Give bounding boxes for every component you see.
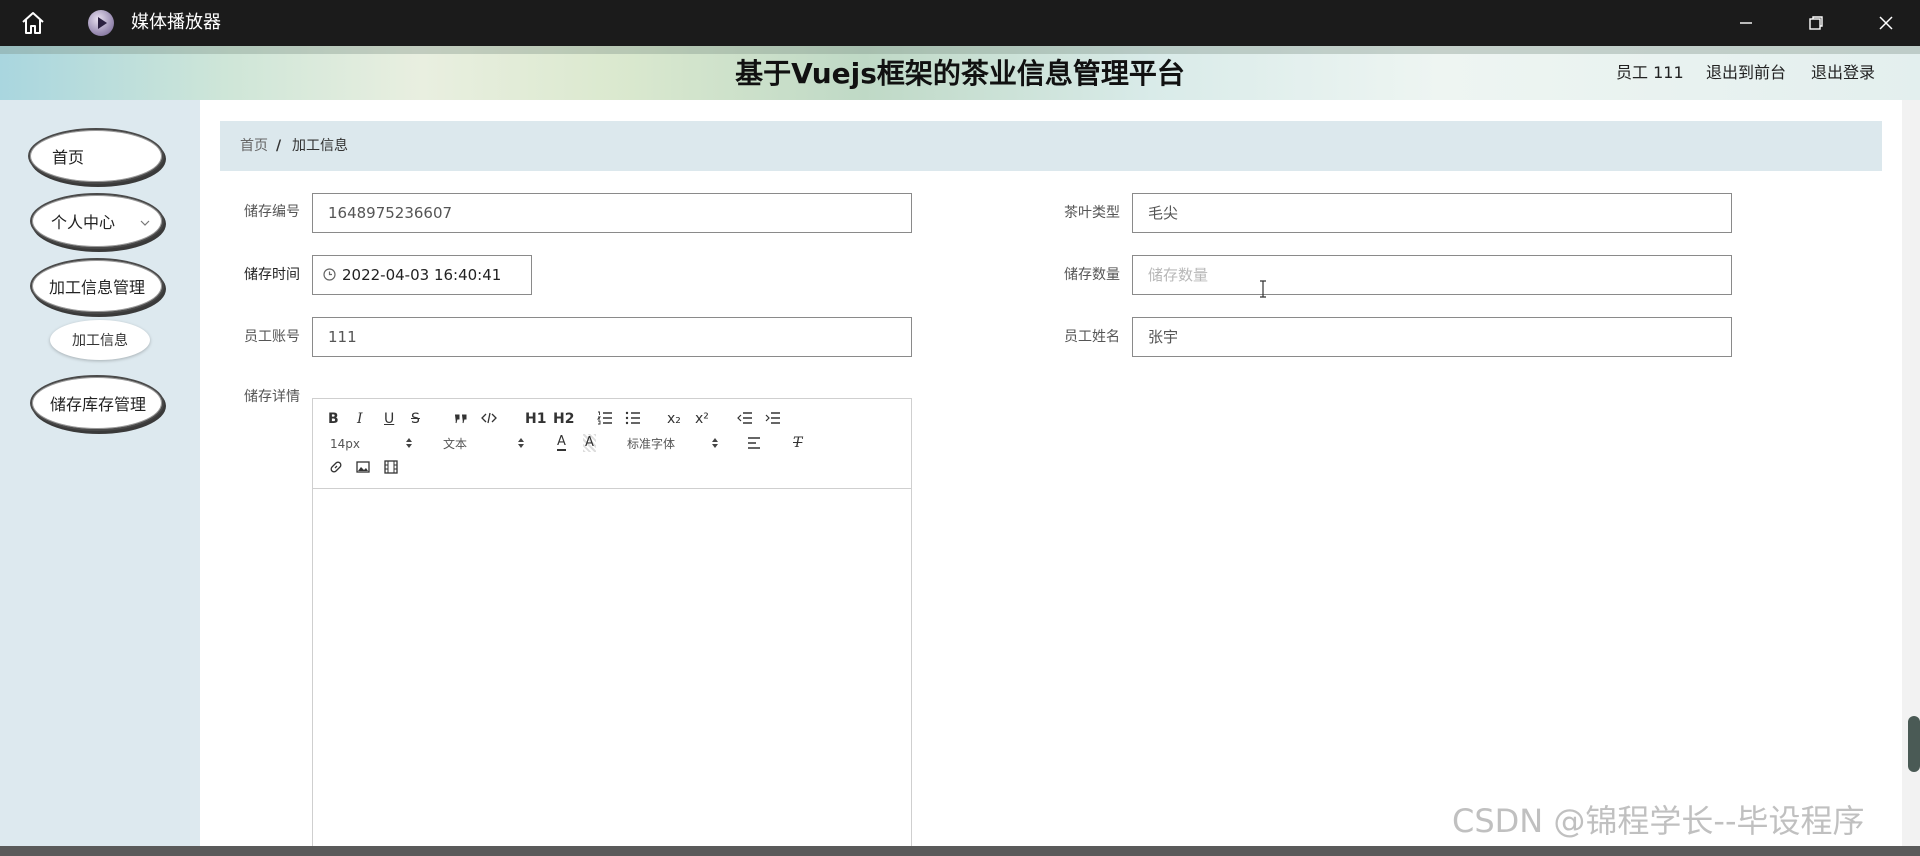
storage-time-value: 2022-04-03 16:40:41 [342, 266, 502, 284]
insert-video-button[interactable] [384, 460, 398, 478]
breadcrumb: 首页 / 加工信息 [220, 121, 1882, 171]
staff-account-label: 员工账号 [244, 329, 300, 345]
select-arrows-icon [712, 438, 718, 448]
insert-link-button[interactable] [329, 460, 343, 478]
bullet-list-button[interactable] [625, 411, 641, 429]
staff-name-label: 员工姓名 [1064, 329, 1120, 345]
quote-icon [455, 414, 467, 424]
bold-button[interactable]: B [328, 410, 339, 428]
restore-icon [1809, 16, 1823, 30]
select-arrows-icon [518, 438, 524, 448]
storage-qty-label: 储存数量 [1064, 267, 1120, 283]
logout-link[interactable]: 退出登录 [1811, 62, 1875, 84]
storage-time-label: 储存时间 [244, 267, 300, 283]
site-header: 基于Vuejs框架的茶业信息管理平台 员工 111 退出到前台 退出登录 [0, 46, 1920, 100]
editor-toolbar: B I U S H1 H2 x₂ x² 14px 文本 A A 标准字体 T [313, 399, 911, 489]
editor-body[interactable] [313, 490, 911, 856]
code-icon [481, 412, 497, 424]
tea-type-label: 茶叶类型 [1064, 205, 1120, 221]
breadcrumb-current: 加工信息 [292, 138, 348, 154]
video-icon [384, 460, 398, 474]
minimize-button[interactable] [1718, 0, 1774, 46]
side-panel-handle[interactable] [1908, 716, 1920, 772]
indent-icon [765, 412, 780, 424]
sidebar-item-processing-management[interactable]: 加工信息管理 [30, 258, 164, 314]
tea-type-input[interactable]: 毛尖 [1132, 193, 1732, 233]
rich-text-editor: B I U S H1 H2 x₂ x² 14px 文本 A A 标准字体 T [312, 398, 912, 856]
window-title: 媒体播放器 [131, 12, 221, 33]
strike-button[interactable]: S [411, 410, 420, 428]
align-button[interactable] [747, 436, 761, 454]
align-left-icon [748, 437, 760, 449]
staff-account-input[interactable]: 111 [312, 317, 912, 357]
font-family-select[interactable]: 标准字体 [627, 435, 675, 453]
text-format-select[interactable]: 文本 [443, 435, 467, 453]
close-icon [1879, 16, 1893, 30]
sidebar-item-storage-management[interactable]: 储存库存管理 [30, 375, 164, 431]
staff-name-input[interactable]: 张宇 [1132, 317, 1732, 357]
background-color-button[interactable]: A [583, 434, 596, 452]
text-color-button[interactable]: A [557, 434, 566, 451]
close-window-button[interactable] [1858, 0, 1914, 46]
sidebar-item-label: 个人中心 [51, 213, 116, 232]
sidebar-item-label: 储存库存管理 [50, 395, 147, 414]
current-user: 员工 111 [1616, 63, 1684, 82]
watermark: CSDN @锦程学长--毕设程序 [1452, 802, 1865, 840]
media-player-icon [88, 10, 114, 36]
text-cursor-icon [1260, 280, 1266, 298]
sidebar-item-label: 首页 [52, 148, 85, 167]
header-1-button[interactable]: H1 [525, 410, 546, 428]
sidebar-item-personal-center[interactable]: 个人中心 [30, 193, 164, 249]
minimize-icon [1740, 22, 1752, 24]
underline-button[interactable]: U [384, 410, 394, 428]
bottom-bar [0, 846, 1920, 856]
link-icon [330, 461, 342, 473]
font-size-select[interactable]: 14px [330, 435, 360, 453]
sidebar-item-label: 加工信息管理 [49, 278, 146, 297]
window-titlebar: 媒体播放器 [0, 0, 1920, 46]
image-icon [356, 461, 370, 473]
code-block-button[interactable] [481, 411, 497, 429]
clock-icon [323, 268, 336, 281]
breadcrumb-home[interactable]: 首页 [240, 137, 268, 155]
restore-button[interactable] [1788, 0, 1844, 46]
ordered-list-icon [597, 411, 612, 425]
select-arrows-icon [406, 438, 412, 448]
clear-format-button[interactable]: T [793, 434, 802, 452]
exit-to-front-link[interactable]: 退出到前台 [1706, 62, 1786, 84]
italic-button[interactable]: I [357, 410, 363, 428]
insert-image-button[interactable] [356, 460, 370, 478]
ordered-list-button[interactable] [597, 411, 613, 429]
sidebar: 首页 个人中心 加工信息管理 加工信息 储存库存管理 [0, 100, 200, 856]
chevron-down-icon [140, 220, 150, 226]
storage-qty-input[interactable]: 储存数量 [1132, 255, 1732, 295]
outdent-button[interactable] [737, 411, 753, 429]
storage-no-label: 储存编号 [244, 204, 300, 220]
header-2-button[interactable]: H2 [553, 410, 574, 428]
home-icon[interactable] [20, 11, 46, 35]
sidebar-subitem-processing-info[interactable]: 加工信息 [50, 320, 150, 360]
app-root: 媒体播放器 基于Vuejs框架的茶业信息管理平台 员工 111 退出到前台 退出… [0, 0, 1920, 856]
storage-no-input[interactable]: 1648975236607 [312, 193, 912, 233]
indent-button[interactable] [765, 411, 781, 429]
storage-time-picker[interactable]: 2022-04-03 16:40:41 [312, 255, 532, 295]
storage-detail-label: 储存详情 [244, 389, 300, 405]
blockquote-button[interactable] [454, 411, 468, 429]
superscript-button[interactable]: x² [695, 410, 709, 428]
breadcrumb-separator: / [276, 138, 282, 154]
outdent-icon [737, 412, 752, 424]
bullet-list-icon [625, 411, 640, 425]
subscript-button[interactable]: x₂ [667, 410, 681, 428]
sidebar-item-home[interactable]: 首页 [28, 128, 164, 184]
